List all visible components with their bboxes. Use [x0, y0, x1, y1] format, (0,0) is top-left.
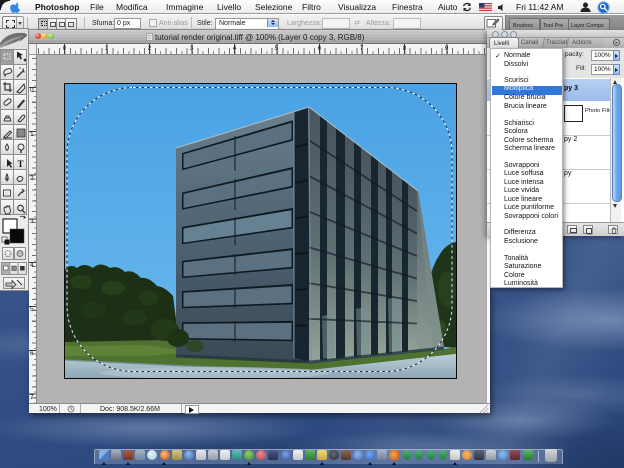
svg-text:T: T	[18, 159, 24, 169]
